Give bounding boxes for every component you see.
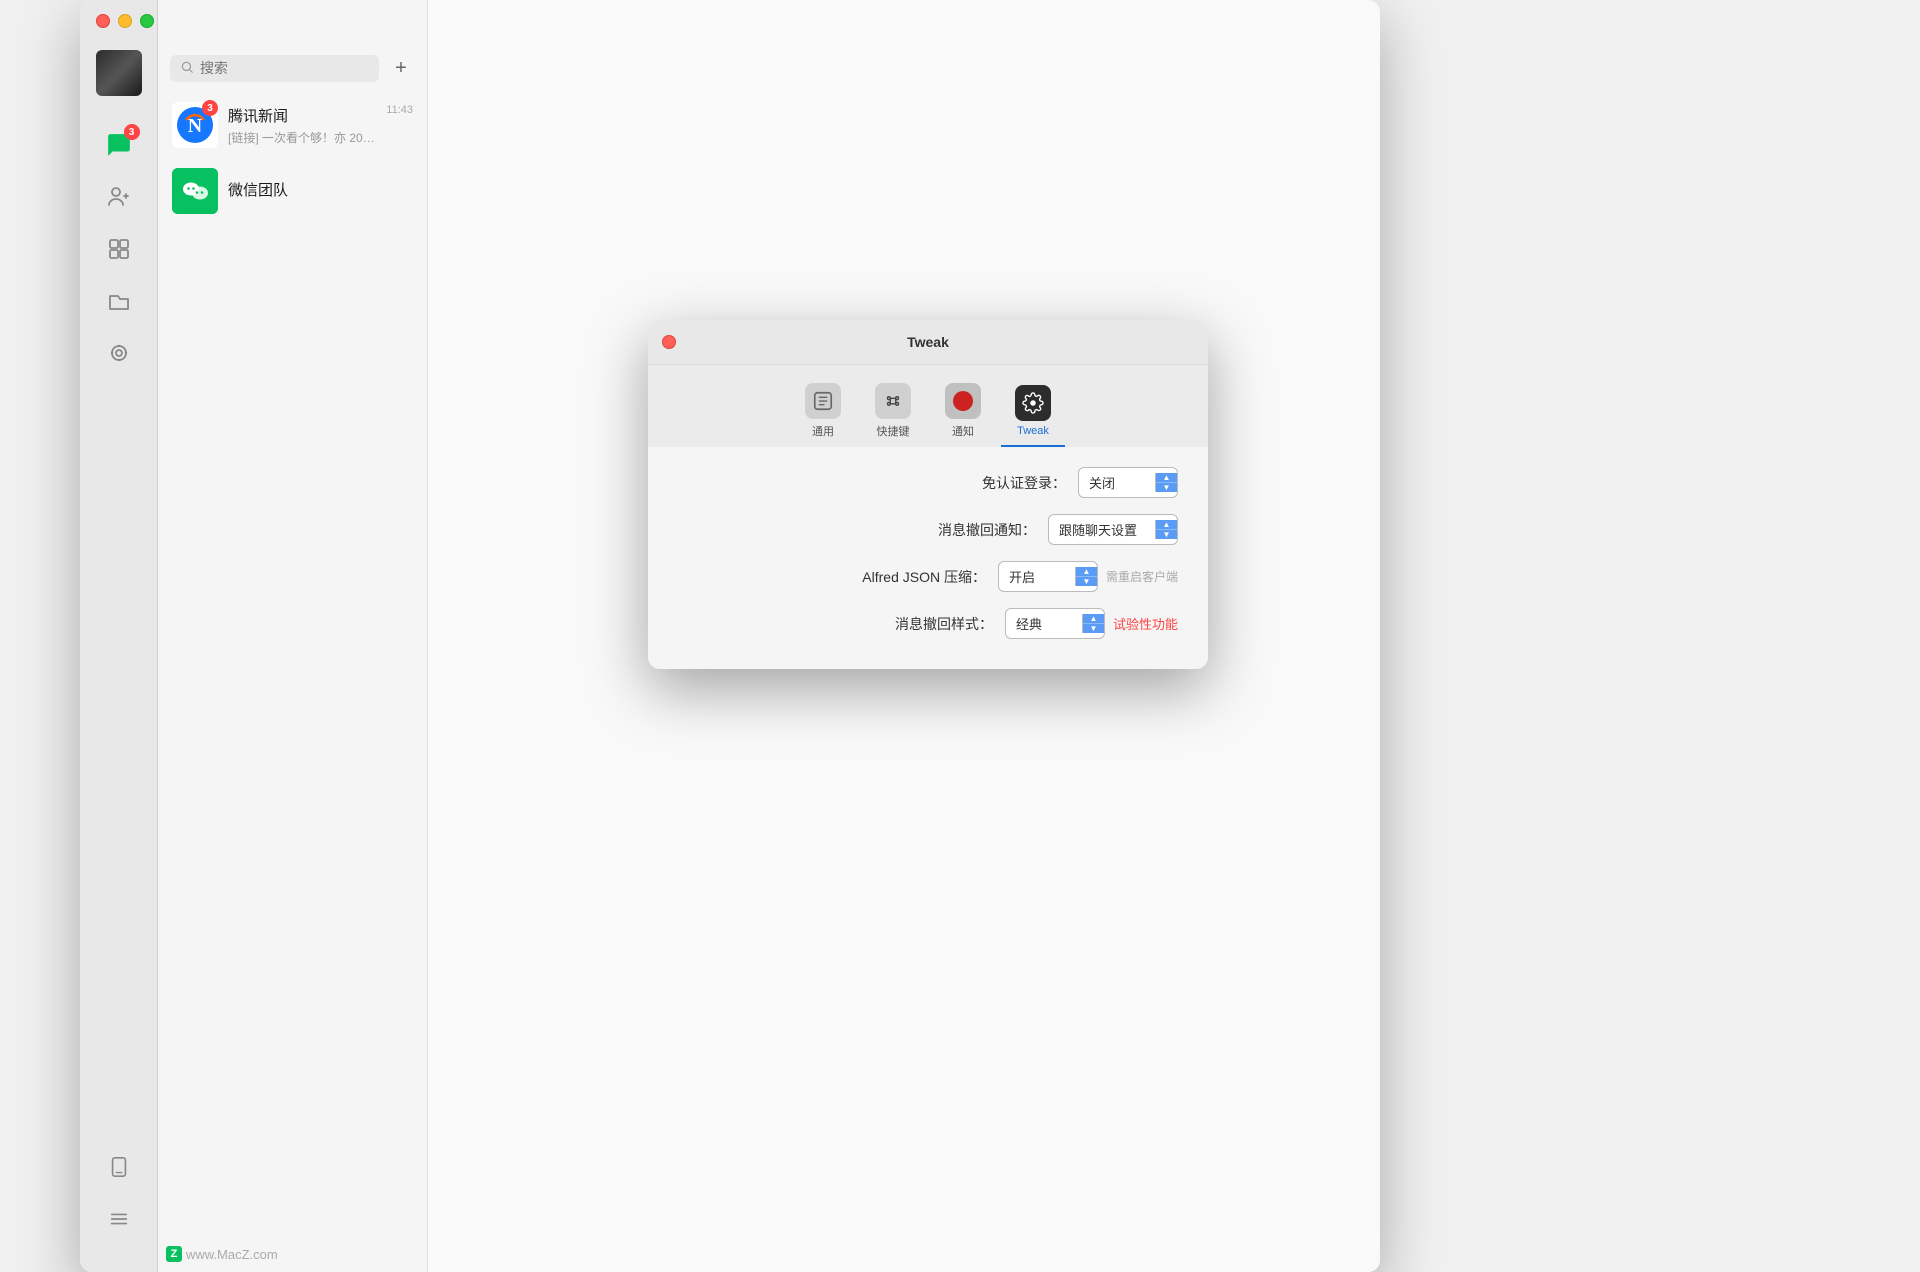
chat-preview-tencent: [链接] 一次看个够！亦 20 运 20... xyxy=(228,129,376,146)
tab-shortcut[interactable]: 快捷键 xyxy=(861,377,925,447)
select-up-recall-style[interactable]: ▲ xyxy=(1083,614,1104,624)
setting-label-alfred: Alfred JSON 压缩： xyxy=(862,567,986,587)
chat-info-tencent: 腾讯新闻 [链接] 一次看个够！亦 20 运 20... xyxy=(228,105,376,146)
tab-icon-tweak xyxy=(1015,385,1051,421)
search-bar: + xyxy=(158,44,427,92)
dialog-content: 免认证登录： 关闭 ▲ ▼ 消息撤回通知： 跟随聊天设置 xyxy=(648,447,1208,669)
recall-style-wrapper: 经典 ▲ ▼ 试验性功能 xyxy=(1005,608,1178,639)
select-btn-group-recall-style: ▲ ▼ xyxy=(1082,614,1104,633)
select-down-recall-notify[interactable]: ▼ xyxy=(1156,530,1177,539)
tab-icon-general xyxy=(805,383,841,419)
maximize-button[interactable] xyxy=(140,14,154,28)
search-icon xyxy=(180,60,194,77)
search-input-wrapper[interactable] xyxy=(170,55,379,82)
setting-select-recall-notify[interactable]: 跟随聊天设置 ▲ ▼ xyxy=(1048,514,1178,545)
sidebar-bottom xyxy=(96,1144,142,1272)
watermark: Z www.MacZ.com xyxy=(166,1246,278,1262)
tab-icon-notify xyxy=(945,383,981,419)
chat-name-wechat: 微信团队 xyxy=(228,179,413,200)
select-value-recall-style: 经典 xyxy=(1006,609,1082,638)
sidebar-item-plugins[interactable] xyxy=(96,226,142,272)
select-btn-group-no-auth: ▲ ▼ xyxy=(1155,473,1177,492)
tab-label-tweak: Tweak xyxy=(1017,425,1049,437)
alfred-select-wrapper: 开启 ▲ ▼ 需重启客户端 xyxy=(998,561,1178,592)
watermark-icon: Z xyxy=(166,1246,182,1262)
minimize-button[interactable] xyxy=(118,14,132,28)
select-btn-group-alfred: ▲ ▼ xyxy=(1075,567,1097,586)
setting-row-recall-style: 消息撤回样式： 经典 ▲ ▼ 试验性功能 xyxy=(678,608,1178,639)
main-content: Tweak 通用 xyxy=(428,0,1380,1272)
select-up-no-auth[interactable]: ▲ xyxy=(1156,473,1177,483)
chat-item-tencent-news[interactable]: N 3 腾讯新闻 [链接] 一次看个够！亦 20 运 20... 11:43 xyxy=(158,92,427,158)
dialog-close-button[interactable] xyxy=(662,335,676,349)
dialog-titlebar: Tweak xyxy=(648,320,1208,365)
sidebar-item-chat[interactable]: 3 xyxy=(96,122,142,168)
select-up-alfred[interactable]: ▲ xyxy=(1076,567,1097,577)
select-up-recall-notify[interactable]: ▲ xyxy=(1156,520,1177,530)
avatar[interactable] xyxy=(96,50,142,96)
setting-row-recall-notify: 消息撤回通知： 跟随聊天设置 ▲ ▼ xyxy=(678,514,1178,545)
chat-badge-tencent: 3 xyxy=(202,100,218,116)
icon-sidebar: 3 xyxy=(80,0,158,1272)
app-window: 3 xyxy=(80,0,1380,1272)
select-down-no-auth[interactable]: ▼ xyxy=(1156,483,1177,492)
chat-item-wechat-team[interactable]: 微信团队 xyxy=(158,158,427,224)
tab-tweak[interactable]: Tweak xyxy=(1001,379,1065,447)
chat-avatar-wechat xyxy=(172,168,218,214)
close-button[interactable] xyxy=(96,14,110,28)
alfred-hint: 需重启客户端 xyxy=(1106,568,1178,585)
select-down-alfred[interactable]: ▼ xyxy=(1076,577,1097,586)
sidebar-item-menu[interactable] xyxy=(96,1196,142,1242)
search-input[interactable] xyxy=(200,60,369,76)
chat-info-wechat: 微信团队 xyxy=(228,179,413,203)
sidebar-item-phone[interactable] xyxy=(96,1144,142,1190)
tab-label-general: 通用 xyxy=(812,423,834,439)
sidebar-item-camera[interactable] xyxy=(96,330,142,376)
chat-list-panel: + N 3 腾讯新闻 [链接] 一次看个够！亦 20 运 20... xyxy=(158,0,428,1272)
setting-label-recall-style: 消息撤回样式： xyxy=(895,614,993,634)
setting-row-alfred: Alfred JSON 压缩： 开启 ▲ ▼ 需重启客户端 xyxy=(678,561,1178,592)
sidebar-item-contacts[interactable] xyxy=(96,174,142,220)
setting-select-no-auth[interactable]: 关闭 ▲ ▼ xyxy=(1078,467,1178,498)
tab-icon-shortcut xyxy=(875,383,911,419)
setting-row-no-auth: 免认证登录： 关闭 ▲ ▼ xyxy=(678,467,1178,498)
chat-time-tencent: 11:43 xyxy=(386,104,413,116)
recall-style-hint: 试验性功能 xyxy=(1113,614,1178,633)
select-value-no-auth: 关闭 xyxy=(1079,468,1155,497)
tab-general[interactable]: 通用 xyxy=(791,377,855,447)
chat-name-tencent: 腾讯新闻 xyxy=(228,105,376,126)
chat-badge: 3 xyxy=(124,124,140,140)
traffic-lights xyxy=(96,14,154,28)
setting-select-alfred[interactable]: 开启 ▲ ▼ xyxy=(998,561,1098,592)
tab-label-shortcut: 快捷键 xyxy=(877,423,910,439)
select-value-recall-notify: 跟随聊天设置 xyxy=(1049,515,1155,544)
select-value-alfred: 开启 xyxy=(999,562,1075,591)
sidebar-item-files[interactable] xyxy=(96,278,142,324)
select-down-recall-style[interactable]: ▼ xyxy=(1083,624,1104,633)
setting-label-no-auth: 免认证登录： xyxy=(982,473,1066,493)
tweak-dialog: Tweak 通用 xyxy=(648,320,1208,669)
add-chat-button[interactable]: + xyxy=(387,54,415,82)
setting-label-recall-notify: 消息撤回通知： xyxy=(938,520,1036,540)
select-btn-group-recall-notify: ▲ ▼ xyxy=(1155,520,1177,539)
watermark-text: www.MacZ.com xyxy=(186,1247,278,1262)
tab-label-notify: 通知 xyxy=(952,423,974,439)
tab-notify[interactable]: 通知 xyxy=(931,377,995,447)
setting-select-recall-style[interactable]: 经典 ▲ ▼ xyxy=(1005,608,1105,639)
dialog-toolbar: 通用 快捷键 xyxy=(648,365,1208,447)
dialog-title: Tweak xyxy=(907,334,949,350)
